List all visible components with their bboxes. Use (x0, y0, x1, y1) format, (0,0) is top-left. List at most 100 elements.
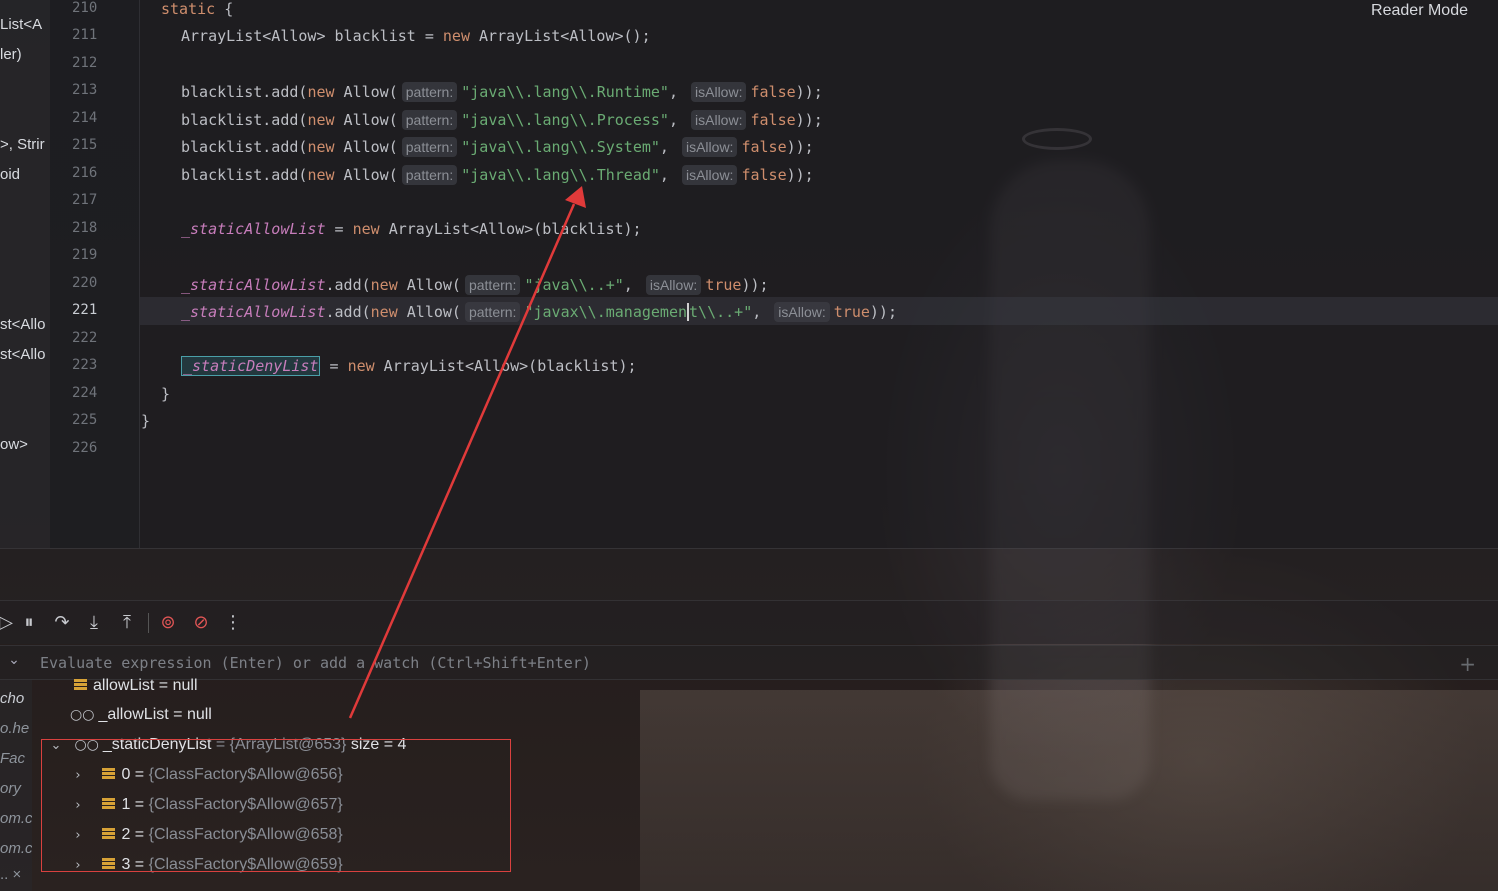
keyword: true (705, 276, 742, 294)
structure-item[interactable]: st<Allo (0, 346, 45, 363)
frames-panel-clipped: cho o.he Fac ory om.c om.c .. × (0, 680, 32, 891)
param-hint: pattern: (464, 302, 521, 322)
code-text: Allow( (334, 166, 398, 184)
mute-breakpoints-icon[interactable]: ⊘ (189, 611, 213, 635)
code-line-218[interactable]: _staticAllowList = new ArrayList<Allow>(… (181, 220, 642, 238)
string-literal: "java\\.lang\\.Runtime" (461, 83, 669, 101)
code-text: ArrayList<Allow> blacklist = (181, 27, 443, 45)
code-line-216[interactable]: blacklist.add(new Allow(pattern: "java\\.… (181, 165, 814, 185)
keyword: true (833, 303, 870, 321)
structure-item[interactable]: st<Allo (0, 316, 45, 333)
keyword: static (161, 0, 216, 18)
code-text: , (668, 83, 678, 101)
variable-row[interactable]: ○○ _allowList = null (70, 703, 212, 727)
line-number-gutter[interactable]: 210 211 212 213 214 215 216 217 218 219 … (50, 0, 140, 548)
line-number: 224 (72, 385, 98, 401)
add-watch-icon[interactable]: + (1459, 652, 1476, 676)
keyword: new (370, 276, 398, 294)
line-number: 217 (72, 192, 98, 208)
code-text: blacklist.add( (181, 83, 308, 101)
line-number: 220 (72, 275, 98, 291)
line-number: 213 (72, 82, 98, 98)
code-line-224[interactable]: } (161, 385, 170, 403)
string-literal: "javax\\.managemen (524, 303, 688, 321)
code-line-211[interactable]: ArrayList<Allow> blacklist = new ArrayLi… (181, 27, 651, 45)
structure-item[interactable]: ler) (0, 46, 22, 63)
debug-panel-header (0, 548, 1498, 600)
variable-row[interactable]: allowList = null (74, 674, 198, 698)
keyword: new (442, 27, 470, 45)
code-text: = (325, 220, 353, 238)
line-number: 226 (72, 440, 98, 456)
code-line-223[interactable]: _staticDenyList = new ArrayList<Allow>(b… (181, 356, 637, 376)
line-number: 211 (72, 27, 98, 43)
code-text: Allow( (334, 138, 398, 156)
code-text: , (623, 276, 633, 294)
frame-item[interactable]: o.he (0, 720, 29, 737)
code-editor[interactable]: Reader Mode static { ArrayList<Allow> bl… (140, 0, 1498, 548)
param-hint: pattern: (401, 165, 458, 185)
line-number: 219 (72, 247, 98, 263)
code-line-225[interactable]: } (141, 412, 150, 430)
code-line-214[interactable]: blacklist.add(new Allow(pattern: "java\\.… (181, 110, 823, 130)
code-text: blacklist.add( (181, 166, 308, 184)
keyword: false (741, 138, 787, 156)
frame-item[interactable]: om.c (0, 840, 32, 857)
chevron-down-icon[interactable]: ⌄ (4, 652, 24, 668)
reader-mode-button[interactable]: Reader Mode (1371, 2, 1468, 20)
code-text: ArrayList<Allow>(); (470, 27, 651, 45)
step-into-icon[interactable]: ⤓ (82, 611, 106, 635)
keyword: new (307, 166, 335, 184)
string-literal: "java\\.lang\\.Process" (461, 111, 669, 129)
watch-glasses-icon: ○○ (70, 707, 95, 723)
code-text: { (215, 0, 234, 18)
code-text: Allow( (397, 303, 461, 321)
step-over-icon[interactable]: ↷ (50, 611, 74, 635)
param-hint: pattern: (401, 110, 458, 130)
code-text: )); (795, 83, 823, 101)
resume-icon[interactable]: ▷ (0, 611, 18, 635)
line-number: 210 (72, 0, 98, 16)
code-line-220[interactable]: _staticAllowList.add(new Allow(pattern: "… (181, 275, 769, 295)
text-caret: t\\..+" (687, 303, 753, 321)
code-line-210[interactable]: static { (161, 0, 233, 18)
code-text: Allow( (334, 111, 398, 129)
pause-icon[interactable]: ⏸ (17, 611, 41, 635)
keyword: false (750, 83, 796, 101)
evaluate-expression-bar: ⌄ + (0, 645, 1498, 680)
frame-item[interactable]: .. × (0, 866, 21, 883)
frame-item[interactable]: om.c (0, 810, 32, 827)
code-line-213[interactable]: blacklist.add(new Allow(pattern: "java\\.… (181, 82, 823, 102)
frame-item[interactable]: cho (0, 690, 24, 707)
line-number: 214 (72, 110, 98, 126)
code-text: )); (741, 276, 769, 294)
more-icon[interactable]: ⋮ (221, 611, 245, 635)
param-hint: isAllow: (774, 302, 830, 322)
structure-item[interactable]: oid (0, 166, 20, 183)
code-line-215[interactable]: blacklist.add(new Allow(pattern: "java\\.… (181, 137, 814, 157)
step-out-icon[interactable]: ⤒ (115, 611, 139, 635)
view-breakpoints-icon[interactable]: ⊚ (156, 611, 180, 635)
line-number: 215 (72, 137, 98, 153)
code-text: blacklist.add( (181, 138, 308, 156)
debug-toolbar: ▷ ⏸ ↷ ⤓ ⤒ ⊚ ⊘ ⋮ (0, 600, 1498, 644)
string-literal: "java\\..+" (524, 276, 624, 294)
structure-item[interactable]: >, Strir (0, 136, 45, 153)
evaluate-expression-input[interactable] (30, 650, 1430, 676)
structure-item[interactable]: ow> (0, 436, 28, 453)
code-text: )); (786, 166, 814, 184)
code-text: Allow( (397, 276, 461, 294)
code-text: = (320, 357, 348, 375)
line-number: 225 (72, 412, 98, 428)
param-hint: pattern: (401, 82, 458, 102)
structure-item[interactable]: List<A (0, 16, 42, 33)
frame-item[interactable]: Fac (0, 750, 25, 767)
line-number: 218 (72, 220, 98, 236)
param-hint: isAllow: (691, 110, 747, 130)
keyword: new (307, 83, 335, 101)
code-text: .add( (325, 276, 371, 294)
frame-item[interactable]: ory (0, 780, 21, 797)
code-line-221[interactable]: _staticAllowList.add(new Allow(pattern: "… (181, 302, 897, 322)
code-text: , (752, 303, 762, 321)
selected-static-field[interactable]: _staticDenyList (181, 356, 321, 376)
